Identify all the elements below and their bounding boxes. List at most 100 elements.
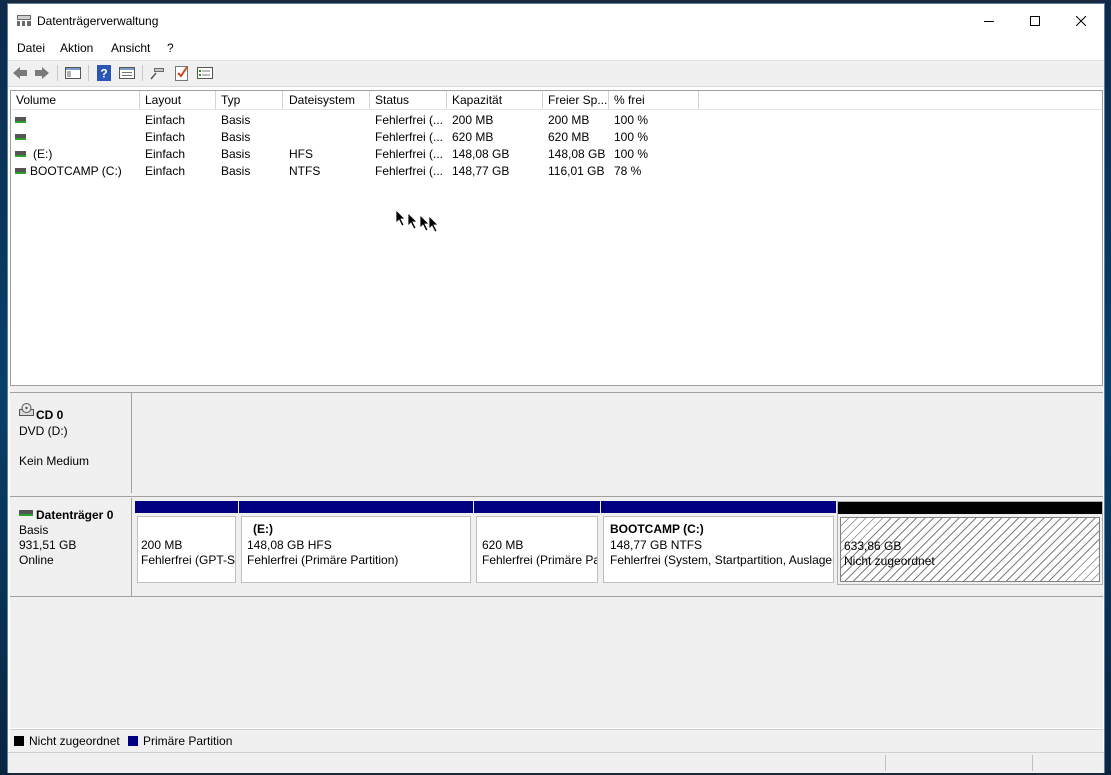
disk-management-icon	[17, 15, 31, 26]
column-divider[interactable]	[139, 91, 140, 109]
toolbar: ?	[8, 60, 1104, 87]
maximize-button[interactable]	[1012, 4, 1058, 37]
volume-row[interactable]: Einfach Basis Fehlerfrei (... 200 MB 200…	[11, 112, 1102, 129]
minimize-button[interactable]	[966, 4, 1012, 37]
column-header-prozent-frei[interactable]: % frei	[614, 93, 645, 109]
cell-prozent-frei: 100 %	[614, 113, 649, 127]
column-divider[interactable]	[542, 91, 543, 109]
partition-size: 148,08 GB HFS	[247, 538, 332, 552]
partition-bar-primary	[135, 501, 238, 513]
cell-typ: Basis	[221, 113, 251, 127]
column-header-freier-speicher[interactable]: Freier Sp...	[548, 93, 607, 109]
pane-splitter[interactable]	[10, 386, 1103, 393]
cell-typ: Basis	[221, 130, 251, 144]
partition-title: BOOTCAMP (C:)	[610, 522, 704, 536]
partition-efi[interactable]: 200 MB Fehlerfrei (GPT-S	[135, 501, 238, 585]
partition-recovery[interactable]: 620 MB Fehlerfrei (Primäre Pa	[474, 501, 600, 585]
volume-list: Volume Layout Typ Dateisystem Status Kap…	[10, 90, 1103, 386]
legend-swatch-primary	[128, 736, 138, 746]
unallocated-hatch: 633,86 GB Nicht zugeordnet	[840, 517, 1100, 582]
column-header-status[interactable]: Status	[375, 93, 409, 109]
column-header-layout[interactable]: Layout	[145, 93, 181, 109]
column-divider[interactable]	[369, 91, 370, 109]
properties-icon	[119, 67, 135, 79]
menu-aktion[interactable]: Aktion	[60, 41, 93, 55]
close-icon	[1076, 15, 1086, 26]
column-header-volume[interactable]: Volume	[16, 93, 56, 109]
disk-row-separator	[10, 596, 1103, 597]
partition-status: Fehlerfrei (Primäre Pa	[482, 553, 598, 567]
column-divider[interactable]	[215, 91, 216, 109]
cell-dateisystem: HFS	[289, 147, 313, 161]
cell-kapazitaet: 148,77 GB	[452, 164, 510, 178]
check-button[interactable]	[172, 64, 192, 82]
menu-bar: Datei Aktion Ansicht ?	[8, 37, 1104, 59]
partition-body: (E:) 148,08 GB HFS Fehlerfrei (Primäre P…	[241, 516, 471, 583]
cell-kapazitaet: 620 MB	[452, 130, 494, 144]
connect-button[interactable]	[148, 64, 168, 82]
console-tree-button[interactable]	[63, 64, 83, 82]
partition-title: (E:)	[253, 522, 273, 536]
partition-size: 620 MB	[482, 538, 524, 552]
legend-unallocated: Nicht zugeordnet	[14, 734, 120, 748]
column-divider[interactable]	[446, 91, 447, 109]
list-view-icon	[197, 67, 213, 79]
title-bar[interactable]: Datenträgerverwaltung	[8, 4, 1104, 37]
cd0-label[interactable]: CD 0 DVD (D:) Kein Medium	[10, 393, 132, 493]
menu-datei[interactable]: Datei	[17, 41, 45, 55]
column-header-typ[interactable]: Typ	[221, 93, 240, 109]
cell-typ: Basis	[221, 147, 251, 161]
volume-icon	[15, 117, 26, 123]
column-divider[interactable]	[282, 91, 283, 109]
column-header-dateisystem[interactable]: Dateisystem	[289, 93, 355, 109]
close-button[interactable]	[1058, 4, 1104, 37]
cell-layout: Einfach	[145, 164, 186, 178]
partition-e[interactable]: (E:) 148,08 GB HFS Fehlerfrei (Primäre P…	[239, 501, 473, 585]
forward-button[interactable]	[32, 64, 52, 82]
volume-row[interactable]: (E:) Einfach Basis HFS Fehlerfrei (... 1…	[11, 146, 1102, 163]
properties-button[interactable]	[117, 64, 137, 82]
column-header-kapazitaet[interactable]: Kapazität	[452, 93, 502, 109]
back-button[interactable]	[10, 64, 30, 82]
disk0-name: Datenträger 0	[36, 508, 114, 522]
volume-row[interactable]: BOOTCAMP (C:) Einfach Basis NTFS Fehlerf…	[11, 163, 1102, 180]
partition-bar-primary	[239, 501, 473, 513]
legend-bar: Nicht zugeordnet Primäre Partition	[10, 729, 1103, 752]
partition-bootcamp[interactable]: BOOTCAMP (C:) 148,77 GB NTFS Fehlerfrei …	[601, 501, 836, 585]
toolbar-separator	[57, 65, 58, 81]
disk0-type: Basis	[19, 523, 49, 537]
cell-status: Fehlerfrei (...	[375, 164, 444, 178]
cell-freier-speicher: 116,01 GB	[548, 164, 605, 178]
menu-ansicht[interactable]: Ansicht	[111, 41, 150, 55]
disk0-label[interactable]: Datenträger 0 Basis 931,51 GB Online	[10, 498, 132, 596]
partition-size: 148,77 GB NTFS	[610, 538, 703, 552]
partition-unallocated[interactable]: 633,86 GB Nicht zugeordnet	[837, 501, 1103, 585]
cell-status: Fehlerfrei (...	[375, 130, 444, 144]
volume-row[interactable]: Einfach Basis Fehlerfrei (... 620 MB 620…	[11, 129, 1102, 146]
cell-freier-speicher: 148,08 GB	[548, 147, 606, 161]
disk-graph-view: CD 0 DVD (D:) Kein Medium Datenträger 0 …	[10, 393, 1103, 728]
cell-freier-speicher: 200 MB	[548, 113, 590, 127]
hard-disk-icon	[19, 510, 33, 516]
partition-body: 200 MB Fehlerfrei (GPT-S	[137, 516, 236, 583]
status-divider	[1032, 755, 1033, 771]
column-divider[interactable]	[698, 91, 699, 109]
help-icon: ?	[97, 65, 111, 81]
partition-size: 633,86 GB	[844, 539, 902, 553]
cell-kapazitaet: 148,08 GB	[452, 147, 510, 161]
toolbar-separator	[142, 65, 143, 81]
cell-layout: Einfach	[145, 113, 186, 127]
cd0-name: CD 0	[36, 408, 64, 422]
partition-body: 620 MB Fehlerfrei (Primäre Pa	[476, 516, 598, 583]
menu-help[interactable]: ?	[167, 41, 174, 55]
legend-primary: Primäre Partition	[128, 734, 232, 748]
help-button[interactable]: ?	[94, 64, 114, 82]
maximize-icon	[1030, 15, 1040, 26]
volume-icon	[15, 151, 26, 157]
partition-status: Fehlerfrei (Primäre Partition)	[247, 553, 399, 567]
column-divider[interactable]	[608, 91, 609, 109]
cell-prozent-frei: 78 %	[614, 164, 642, 178]
cd-drive-icon	[19, 403, 34, 416]
list-view-button[interactable]	[195, 64, 215, 82]
cell-volume: BOOTCAMP (C:)	[30, 164, 122, 178]
